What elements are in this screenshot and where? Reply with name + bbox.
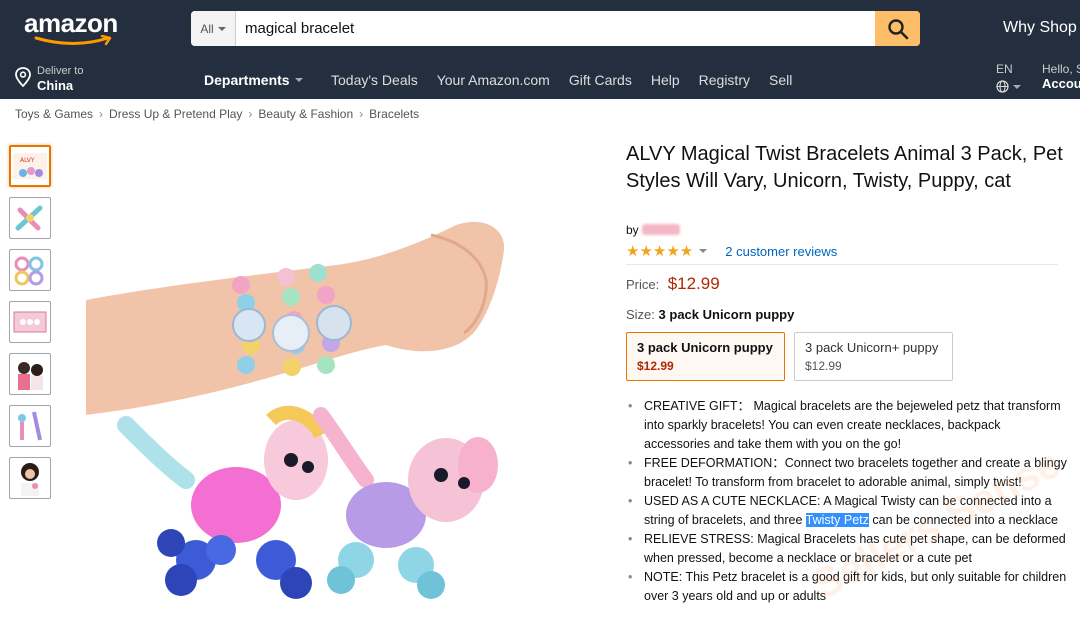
breadcrumb-separator-icon: › (248, 107, 253, 121)
feature-bullet: • RELIEVE STRESS: Magical Bracelets has … (628, 530, 1068, 568)
main-product-image[interactable] (86, 205, 526, 635)
feature-bullet-text: CREATIVE GIFT： Magical bracelets are the… (644, 399, 1061, 451)
search-icon (887, 18, 908, 39)
location-pin-icon (15, 67, 31, 87)
feature-bullet: • FREE DEFORMATION：Connect two bracelets… (628, 454, 1068, 492)
chevron-down-icon (294, 78, 303, 82)
breadcrumb-dress-up[interactable]: Dress Up & Pretend Play (109, 107, 242, 121)
product-thumbnail-image (13, 311, 47, 333)
chevron-down-icon[interactable] (699, 249, 708, 253)
product-thumbnail-image: ALVY (13, 153, 47, 179)
price-value: $12.99 (667, 274, 720, 293)
deliver-country: China (37, 78, 74, 93)
top-header: amazon All Why Shop (0, 0, 1080, 58)
chevron-down-icon (217, 26, 226, 31)
search-button[interactable] (875, 11, 920, 46)
breadcrumb-toys-games[interactable]: Toys & Games (15, 107, 93, 121)
nav-link-gift-cards[interactable]: Gift Cards (569, 72, 632, 88)
highlighted-text-selection: Twisty Petz (805, 513, 869, 527)
bullet-icon: • (628, 399, 633, 413)
thumbnail-6[interactable] (9, 405, 51, 447)
breadcrumb-separator-icon: › (99, 107, 104, 121)
search-bar: All (191, 11, 920, 46)
why-shop-promo[interactable]: Why Shop (1003, 19, 1077, 37)
bullet-icon: • (628, 532, 633, 546)
amazon-logo[interactable]: amazon (24, 10, 136, 48)
breadcrumb-separator-icon: › (359, 107, 364, 121)
product-photo (86, 221, 505, 599)
smile-arrow-icon (34, 35, 112, 46)
price-row: Price: $12.99 (626, 274, 720, 294)
image-thumbnails: ALVY (9, 145, 51, 509)
nav-link-your-amazon[interactable]: Your Amazon.com (437, 72, 550, 88)
feature-bullet-text: USED AS A CUTE NECKLACE: A Magical Twist… (644, 492, 1068, 530)
star-rating-icon[interactable]: ★★★★★ (626, 242, 693, 260)
bullet-icon: • (628, 570, 633, 584)
breadcrumb: Toys & Games › Dress Up & Pretend Play ›… (15, 107, 419, 121)
nav-link-help[interactable]: Help (651, 72, 680, 88)
size-option-price: $12.99 (637, 359, 674, 373)
search-department-select[interactable]: All (191, 11, 236, 46)
product-rating: ★★★★★ 2 customer reviews (626, 242, 837, 260)
divider (626, 264, 1058, 265)
thumbnail-4[interactable] (9, 301, 51, 343)
departments-menu[interactable]: Departments (204, 72, 303, 88)
size-label: Size: (626, 307, 655, 322)
thumbnail-2[interactable] (9, 197, 51, 239)
feature-bullet: • CREATIVE GIFT： Magical bracelets are t… (628, 397, 1068, 454)
search-input[interactable] (237, 11, 876, 46)
customer-reviews-link[interactable]: 2 customer reviews (725, 244, 837, 259)
bullet-icon: • (628, 456, 633, 470)
brand-link-redacted[interactable] (642, 224, 681, 235)
nav-link-registry[interactable]: Registry (699, 72, 750, 88)
price-label: Price: (626, 277, 660, 292)
nav-link-sell[interactable]: Sell (769, 72, 792, 88)
product-thumbnail-image (15, 205, 43, 231)
feature-bullet-text: RELIEVE STRESS: Magical Bracelets has cu… (644, 532, 1066, 565)
search-department-label: All (200, 21, 214, 36)
product-thumbnail-image (18, 362, 43, 390)
size-option-unicorn-puppy[interactable]: 3 pack Unicorn puppy $12.99 (626, 332, 785, 381)
nav-link-todays-deals[interactable]: Today's Deals (331, 72, 418, 88)
size-option-unicorn-plus-puppy[interactable]: 3 pack Unicorn+ puppy $12.99 (794, 332, 953, 381)
feature-bullet: • USED AS A CUTE NECKLACE: A Magical Twi… (628, 492, 1068, 530)
thumbnail-1[interactable]: ALVY (9, 145, 51, 187)
deliver-to-label: Deliver to (37, 65, 84, 77)
size-option-name: 3 pack Unicorn+ puppy (805, 340, 939, 355)
hello-greeting: Hello, S (1042, 62, 1080, 76)
size-selected-value: 3 pack Unicorn puppy (658, 307, 795, 322)
nav-bar: Deliver to China Departments Today's Dea… (0, 58, 1080, 99)
product-thumbnail-image (21, 463, 39, 496)
thumbnail-5[interactable] (9, 353, 51, 395)
globe-icon (996, 80, 1009, 93)
size-row: Size: 3 pack Unicorn puppy (626, 307, 794, 322)
thumbnail-3[interactable] (9, 249, 51, 291)
departments-label: Departments (204, 72, 290, 88)
by-label: by (626, 223, 639, 237)
bullet-text-part: can be connected into a necklace (868, 513, 1058, 527)
feature-bullets: • CREATIVE GIFT： Magical bracelets are t… (628, 397, 1068, 606)
breadcrumb-bracelets[interactable]: Bracelets (369, 107, 419, 121)
language-selector[interactable]: EN (996, 62, 1021, 93)
language-code: EN (996, 62, 1013, 76)
logo-text: amazon (24, 8, 118, 38)
size-option-name: 3 pack Unicorn puppy (637, 340, 773, 355)
feature-bullet: • NOTE: This Petz bracelet is a good gif… (628, 568, 1068, 606)
svg-text:ALVY: ALVY (20, 157, 35, 164)
bullet-icon: • (628, 494, 633, 508)
size-option-price: $12.99 (805, 359, 842, 373)
product-title: ALVY Magical Twist Bracelets Animal 3 Pa… (626, 143, 1063, 192)
feature-bullet-text: FREE DEFORMATION：Connect two bracelets t… (644, 456, 1067, 489)
account-menu[interactable]: Accou (1042, 76, 1080, 91)
product-thumbnail-image (18, 411, 42, 441)
chevron-down-icon (1013, 84, 1021, 89)
thumbnail-7[interactable] (9, 457, 51, 499)
nav-links: Today's Deals Your Amazon.com Gift Cards… (331, 72, 811, 88)
breadcrumb-beauty-fashion[interactable]: Beauty & Fashion (258, 107, 353, 121)
product-byline: by (626, 223, 681, 237)
feature-bullet-text: NOTE: This Petz bracelet is a good gift … (644, 570, 1067, 603)
product-thumbnail-image (14, 256, 44, 286)
